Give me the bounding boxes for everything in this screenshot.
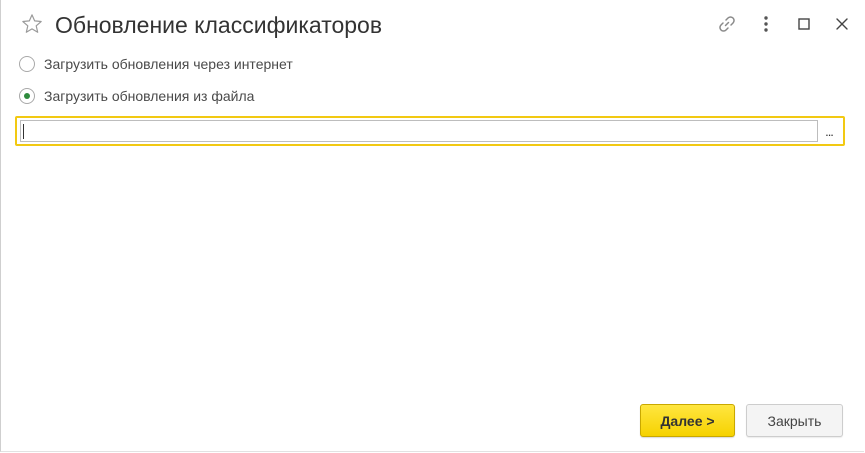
close-button[interactable]: Закрыть (746, 404, 843, 437)
star-icon[interactable] (21, 13, 43, 35)
close-window-button[interactable] (830, 12, 854, 36)
file-path-input[interactable] (20, 120, 818, 142)
option-file-label: Загрузить обновления из файла (44, 88, 255, 104)
maximize-icon (798, 18, 810, 30)
next-button[interactable]: Далее > (640, 404, 735, 437)
more-vertical-icon (764, 16, 768, 32)
more-button[interactable] (754, 12, 778, 36)
option-internet-label: Загрузить обновления через интернет (44, 56, 293, 72)
page-title: Обновление классификаторов (55, 12, 383, 38)
option-file[interactable]: Загрузить обновления из файла (19, 86, 254, 106)
radio-file[interactable] (19, 88, 35, 104)
link-button[interactable] (715, 12, 739, 36)
close-icon (836, 18, 848, 30)
update-classifiers-window: Обновление классификаторов Загрузить обн… (0, 0, 864, 452)
radio-internet[interactable] (19, 56, 35, 72)
maximize-button[interactable] (792, 12, 816, 36)
text-caret (23, 124, 24, 139)
choose-file-button[interactable]: ... (819, 121, 839, 141)
link-icon (719, 16, 735, 32)
file-path-field: ... (15, 116, 845, 146)
option-internet[interactable]: Загрузить обновления через интернет (19, 54, 293, 74)
